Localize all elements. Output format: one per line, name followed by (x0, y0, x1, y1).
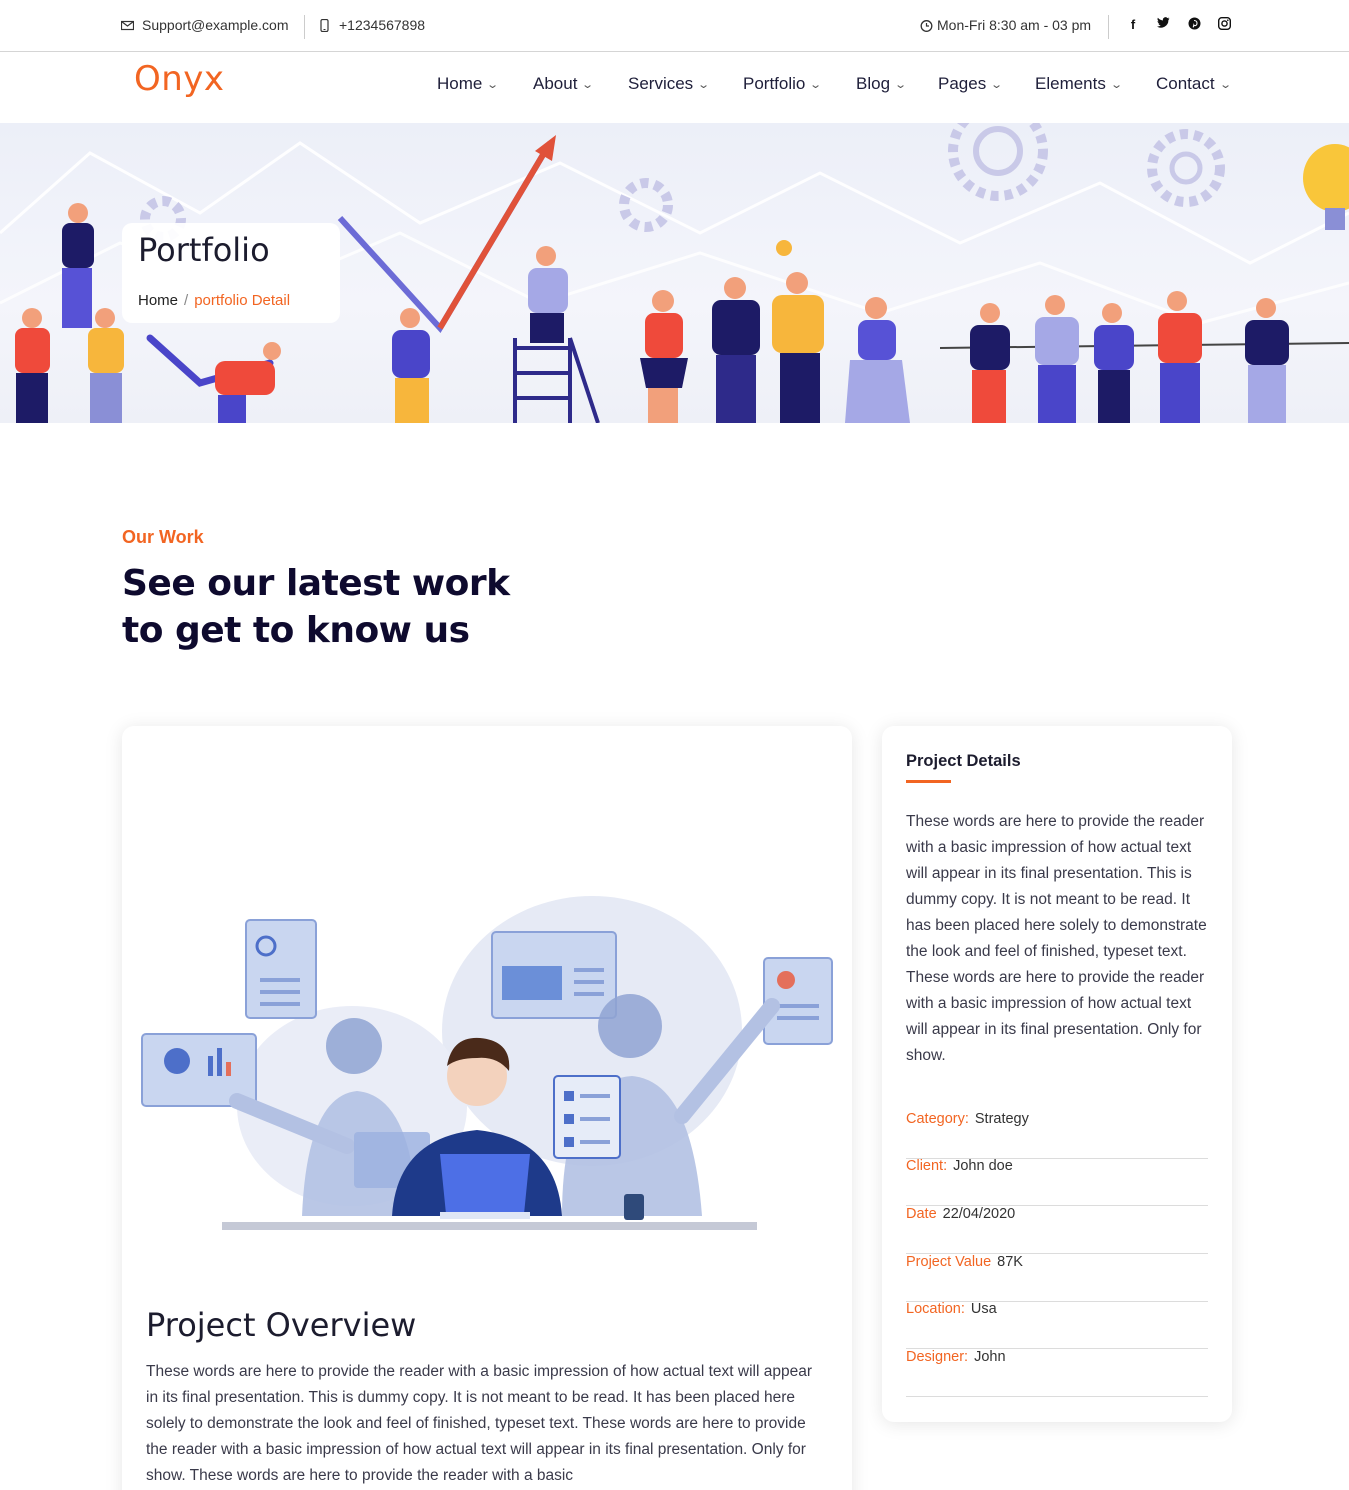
envelope-icon (121, 20, 134, 30)
chevron-down-icon: ⌄ (990, 78, 1004, 91)
chevron-down-icon: ⌄ (486, 78, 500, 91)
detail-row-project-value: Project Value 87K (906, 1254, 1208, 1302)
nav-item-pages[interactable]: Pages ⌄ (938, 74, 1004, 94)
detail-label: Date (906, 1206, 937, 1222)
details-title: Project Details (906, 752, 1021, 770)
hours-text: Mon-Fri 8:30 am - 03 pm (937, 17, 1092, 33)
title-underline (906, 780, 951, 783)
twitter-icon[interactable] (1155, 17, 1171, 32)
lightbulb-icon (1303, 144, 1349, 230)
overview-text: These words are here to provide the read… (146, 1363, 812, 1484)
top-bar: Support@example.com +1234567898 Mon-Fri … (0, 0, 1349, 52)
facebook-icon[interactable]: f (1125, 17, 1141, 32)
nav-label: Blog (856, 74, 891, 93)
email-contact[interactable]: Support@example.com (121, 17, 289, 33)
detail-label: Location: (906, 1301, 965, 1317)
pinterest-icon[interactable] (1186, 17, 1202, 33)
overview-title: Project Overview (146, 1306, 417, 1344)
detail-value: 87K (997, 1254, 1023, 1270)
breadcrumb-home-link[interactable]: Home (138, 292, 178, 309)
detail-label: Category: (906, 1111, 969, 1127)
detail-value: Usa (970, 1301, 997, 1317)
detail-label: Designer: (906, 1349, 969, 1365)
page-title: Portfolio (138, 231, 270, 269)
main-navigation: Onyx Home ⌄ About ⌄ Services ⌄ Portfolio ⌄ B… (0, 52, 1349, 123)
project-overview-card: Project Overview These words are here to… (122, 726, 852, 1490)
divider (1108, 15, 1109, 39)
chevron-down-icon: ⌄ (697, 78, 711, 91)
gear-icon (140, 123, 1225, 242)
phone-contact[interactable]: +1234567898 (318, 17, 425, 33)
nav-item-home[interactable]: Home ⌄ (437, 74, 500, 94)
detail-row-category: Category: Strategy (906, 1111, 1208, 1159)
clock-icon (920, 19, 933, 32)
chevron-down-icon: ⌄ (809, 78, 823, 91)
breadcrumb-separator: / (184, 292, 189, 309)
nav-item-about[interactable]: About ⌄ (533, 74, 595, 94)
nav-item-blog[interactable]: Blog ⌄ (856, 74, 908, 94)
nav-item-services[interactable]: Services ⌄ (628, 74, 711, 94)
phone-icon (320, 18, 329, 32)
nav-item-portfolio[interactable]: Portfolio ⌄ (743, 74, 823, 94)
nav-item-contact[interactable]: Contact ⌄ (1156, 74, 1232, 94)
divider (304, 15, 305, 39)
business-hours: Mon-Fri 8:30 am - 03 pm (920, 17, 1091, 33)
chevron-down-icon: ⌄ (1110, 78, 1123, 91)
nav-label: Contact (1156, 74, 1215, 93)
section-eyebrow: Our Work (122, 527, 204, 547)
page-banner: Portfolio Home / portfolio Detail (0, 123, 1349, 423)
section-heading: See our latest work to get to know us (122, 563, 510, 651)
chevron-down-icon: ⌄ (894, 78, 908, 91)
nav-label: Portfolio (743, 74, 806, 93)
detail-value: John (974, 1349, 1006, 1365)
email-text: Support@example.com (142, 17, 289, 33)
project-details-card: Project Details These words are here to … (882, 726, 1232, 1422)
nav-label: Pages (938, 74, 987, 93)
nav-label: Elements (1035, 74, 1106, 93)
project-illustration (141, 896, 833, 1230)
detail-label: Client: (906, 1158, 948, 1174)
site-logo[interactable]: Onyx (134, 59, 225, 99)
detail-row-designer: Designer: John (906, 1349, 1208, 1397)
detail-label: Project Value (906, 1254, 992, 1270)
breadcrumb: Home / portfolio Detail (138, 292, 290, 309)
banner-title-card: Portfolio Home / portfolio Detail (122, 223, 340, 323)
phone-text: +1234567898 (339, 17, 426, 33)
detail-row-location: Location: Usa (906, 1301, 1208, 1349)
detail-value: John doe (953, 1158, 1013, 1174)
detail-row-date: Date 22/04/2020 (906, 1206, 1208, 1254)
details-text: These words are here to provide the read… (906, 813, 1207, 1064)
nav-label: Services (628, 74, 694, 93)
detail-row-client: Client: John doe (906, 1158, 1208, 1206)
nav-label: About (533, 74, 578, 93)
detail-value: Strategy (974, 1111, 1029, 1127)
chevron-down-icon: ⌄ (581, 78, 595, 91)
breadcrumb-current: portfolio Detail (194, 292, 291, 309)
instagram-icon[interactable] (1216, 16, 1232, 33)
detail-value: 22/04/2020 (942, 1206, 1016, 1222)
nav-item-elements[interactable]: Elements ⌄ (1035, 74, 1123, 94)
nav-label: Home (437, 74, 483, 93)
chevron-down-icon: ⌄ (1218, 78, 1232, 91)
